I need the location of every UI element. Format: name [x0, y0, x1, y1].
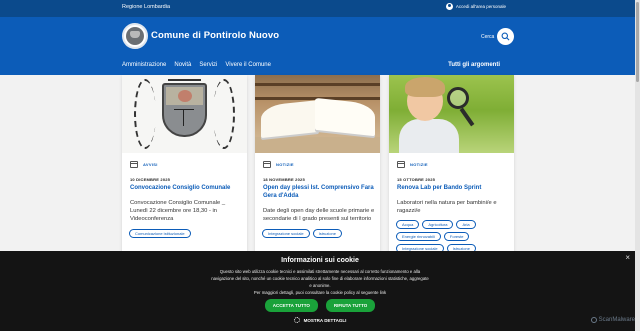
open-book-image: [255, 75, 380, 153]
tag[interactable]: Integrazione sociale: [262, 229, 310, 238]
tag[interactable]: Foreste: [443, 232, 470, 241]
card-date: 10 DICEMBRE 2025: [130, 177, 171, 182]
accept-all-button[interactable]: ACCETTA TUTTO: [264, 299, 318, 312]
card-title[interactable]: Open day plessi Ist. Comprensivo Fara Ge…: [263, 184, 375, 200]
brand-label: ScanMalware: [598, 317, 635, 323]
card-description: Convocazione Consiglio Comunale _ Lunedì…: [130, 200, 226, 222]
tag[interactable]: Acqua: [396, 220, 420, 229]
tag[interactable]: Istruzione: [312, 229, 342, 238]
news-card[interactable]: NOTIZIE 15 OTTOBRE 2025 Renova Lab per B…: [389, 75, 514, 255]
search-button[interactable]: [497, 28, 514, 45]
news-cards: AVVISI 10 DICEMBRE 2025 Convocazione Con…: [122, 75, 514, 255]
calendar-icon: [130, 161, 138, 168]
nav-vivere-il-comune[interactable]: Vivere il Comune: [225, 62, 271, 68]
close-icon[interactable]: ×: [625, 253, 630, 262]
cookie-description: Questo sito web utilizza cookie tecnici …: [211, 269, 429, 288]
card-date: 15 OTTOBRE 2025: [397, 177, 436, 182]
cookie-policy-note[interactable]: Per maggiori dettagli, puoi consultare l…: [254, 290, 386, 295]
top-bar: Regione Lombardia Accedi all'area person…: [0, 0, 640, 17]
login-link[interactable]: Accedi all'area personale: [445, 3, 506, 10]
card-category[interactable]: AVVISI: [143, 162, 158, 167]
card-tags: Integrazione sociale Istruzione: [262, 229, 376, 238]
cookie-text: Questo sito web utilizza cookie tecnici …: [210, 268, 430, 296]
site-header: Comune di Pontirolo Nuovo Cerca Amminist…: [0, 17, 640, 75]
scanmalware-badge: ScanMalware: [590, 317, 635, 323]
municipality-logo[interactable]: [122, 23, 148, 49]
calendar-icon: [263, 161, 271, 168]
show-details-label: MOSTRA DETTAGLI: [303, 317, 347, 323]
region-link[interactable]: Regione Lombardia: [122, 4, 170, 10]
cookie-banner: × Informazioni sui cookie Questo sito we…: [0, 251, 640, 331]
main-nav: Amministrazione Novità Servizi Vivere il…: [122, 62, 271, 68]
login-label: Accedi all'area personale: [455, 4, 506, 9]
tag[interactable]: Aria: [456, 220, 476, 229]
user-icon: [445, 3, 453, 10]
reject-all-button[interactable]: RIFIUTA TUTTO: [325, 299, 376, 312]
cookie-title: Informazioni sui cookie: [281, 257, 359, 264]
tag[interactable]: Energie rinnovabili: [396, 232, 441, 241]
card-tags: Acqua Agricoltura Aria Energie rinnovabi…: [396, 220, 510, 253]
all-topics-link[interactable]: Tutti gli argomenti: [448, 62, 500, 68]
news-card[interactable]: NOTIZIE 18 NOVEMBRE 2025 Open day plessi…: [255, 75, 380, 255]
search-label: Cerca: [481, 34, 495, 40]
tag[interactable]: Comunicazione istituzionale: [129, 229, 191, 238]
card-tags: Comunicazione istituzionale: [129, 229, 243, 238]
calendar-icon: [397, 161, 405, 168]
card-category[interactable]: NOTIZIE: [410, 162, 428, 167]
card-description: Date degli open day delle scuole primari…: [263, 208, 375, 222]
card-title[interactable]: Convocazione Consiglio Comunale: [130, 184, 242, 192]
gear-icon: [293, 317, 300, 323]
shield-icon: [590, 317, 597, 323]
news-card[interactable]: AVVISI 10 DICEMBRE 2025 Convocazione Con…: [122, 75, 247, 255]
card-description: Laboratori nella natura per bambini/e e …: [397, 200, 497, 214]
nav-amministrazione[interactable]: Amministrazione: [122, 62, 166, 68]
search-icon: [501, 32, 510, 41]
tag[interactable]: Agricoltura: [422, 220, 454, 229]
page-scrollbar[interactable]: [635, 0, 640, 331]
nav-novita[interactable]: Novità: [174, 62, 191, 68]
nav-servizi[interactable]: Servizi: [199, 62, 217, 68]
child-with-magnifier-image: [389, 75, 514, 153]
card-category[interactable]: NOTIZIE: [276, 162, 294, 167]
card-date: 18 NOVEMBRE 2025: [263, 177, 305, 182]
site-title[interactable]: Comune di Pontirolo Nuovo: [151, 30, 279, 41]
card-title[interactable]: Renova Lab per Bando Sprint: [397, 184, 509, 192]
show-details-button[interactable]: MOSTRA DETTAGLI: [0, 317, 640, 323]
coat-of-arms-image: [122, 75, 247, 153]
